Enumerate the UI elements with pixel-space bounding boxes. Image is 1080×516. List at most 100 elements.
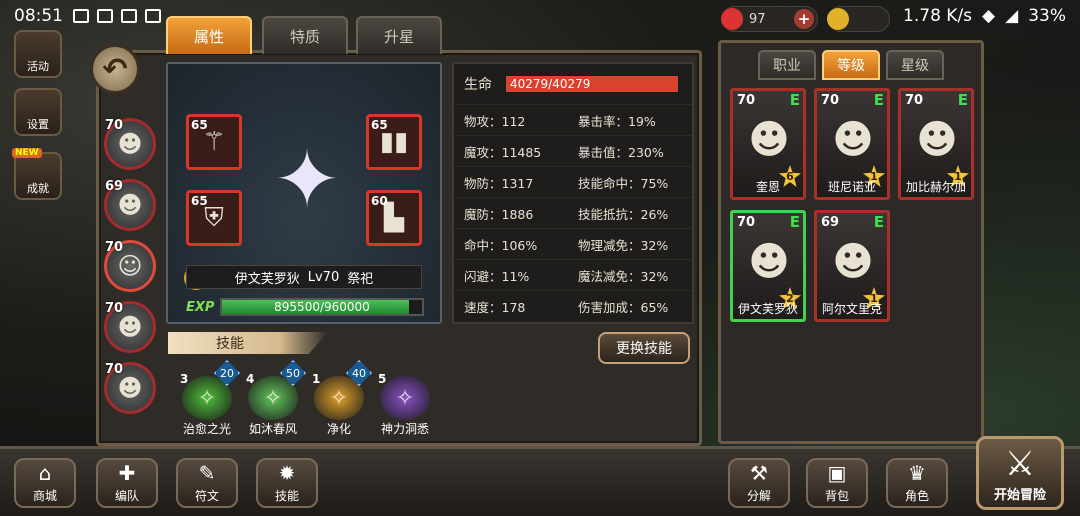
menu-icon: ✎ (198, 461, 216, 485)
shop-button[interactable]: ⌂ 商城 (14, 458, 76, 508)
wifi-icon: ◆ (982, 6, 996, 26)
card-hero-name: 加比赫尔加 (905, 180, 966, 194)
backpack-button[interactable]: ▣ 背包 (806, 458, 868, 508)
skill-icon[interactable]: 1 ✧ 40 (312, 360, 372, 420)
roster-card[interactable]: 69 E ☻ 1 阿尔文里克 (814, 210, 890, 322)
stat-value: 物攻：112 (464, 113, 526, 129)
exp-bar: EXP 895500/960000 (186, 296, 424, 318)
hero-portrait-icon: ☻ (748, 239, 790, 285)
hero-portrait-icon: ☺ (117, 252, 143, 280)
card-grade: E (873, 213, 884, 231)
hero-character-art: ✦ (273, 132, 341, 226)
menu-icon: ⚒ (750, 461, 768, 485)
skill-count: 4 (246, 372, 255, 386)
roster-card[interactable]: 70 E ☻ 1 班尼诺亚 (814, 88, 890, 200)
skill-name: 如沐春风 (248, 422, 297, 436)
battery-level: 33% (1028, 6, 1066, 26)
menu-icon: ▣ (827, 461, 847, 485)
character-button[interactable]: ♛ 角色 (886, 458, 948, 508)
skill-name: 治愈之光 (182, 422, 231, 436)
skill-icon[interactable]: 5 ✧ (378, 372, 430, 420)
stat-value: 技能命中：75% (578, 175, 669, 191)
events-button[interactable]: 活动 (14, 30, 62, 78)
notification-icon (145, 9, 161, 23)
hero-portrait-icon: ☻ (117, 130, 143, 158)
back-arrow-icon: ↶ (102, 51, 128, 87)
achievements-button[interactable]: NEW 成就 (12, 148, 62, 200)
card-grade: E (789, 213, 800, 231)
stat-row: 速度：178 伤害加成：65% (454, 290, 692, 321)
image-icon (121, 9, 137, 23)
skills-header: 技能 (168, 332, 328, 354)
card-hero-name: 班尼诺亚 (827, 180, 876, 194)
stat-value: 暴击率：19% (578, 113, 656, 129)
card-level: 70 (737, 215, 756, 230)
stat-value: 伤害加成：65% (578, 299, 669, 315)
new-badge: NEW (12, 148, 42, 158)
skill-count: 3 (180, 372, 189, 386)
stat-value: 魔防：1886 (464, 206, 534, 222)
roster-card[interactable]: 70 E ☻ 6 奎恩 (730, 88, 806, 200)
signal-icon: ◢ (1005, 6, 1019, 26)
roster-card[interactable]: 70 E ☻ 1 加比赫尔加 (898, 88, 974, 200)
hero-name-bar: 伊文芙罗狄 Lv70 祭祀 (186, 265, 422, 289)
skill-name: 净化 (326, 422, 351, 436)
crossed-swords-icon: ⚔ (1004, 444, 1036, 484)
hero-list-item[interactable]: 70 ☻ (104, 301, 156, 353)
stat-row: 魔防：1886 技能抵抗：26% (454, 197, 692, 228)
clock: 08:51 (14, 6, 63, 26)
card-hero-name: 阿尔文里克 (821, 302, 882, 316)
skill-icon[interactable]: 4 ✧ 50 (246, 360, 306, 420)
tab-stars[interactable]: 星级 (886, 50, 944, 80)
card-grade: E (957, 91, 968, 109)
tab-level[interactable]: 等级 (822, 50, 880, 80)
skill-count: 1 (312, 372, 321, 386)
hero-list-item[interactable]: 69 ☻ (104, 179, 156, 231)
stat-value: 物理减免：32% (578, 237, 669, 253)
dismantle-button[interactable]: ⚒ 分解 (728, 458, 790, 508)
stat-value: 魔攻：11485 (464, 144, 542, 160)
card-grade: E (873, 91, 884, 109)
hp-bar: 40279/40279 (504, 74, 680, 94)
hero-list-item-selected[interactable]: 70 ☺ (104, 240, 156, 292)
hero-portrait-icon: ☻ (117, 313, 143, 341)
roster-card-selected[interactable]: 70 E ☻ 2 伊文芙罗狄 (730, 210, 806, 322)
formation-button[interactable]: ✚ 编队 (96, 458, 158, 508)
hero-portrait-icon: ☻ (832, 239, 874, 285)
skill-icon[interactable]: 3 ✧ 20 (180, 360, 240, 420)
hp-label: 生命 (464, 77, 492, 93)
hero-list-item[interactable]: 70 ☻ (104, 118, 156, 170)
tab-class[interactable]: 职业 (758, 50, 816, 80)
hp-row: 生命 40279/40279 (454, 64, 692, 104)
change-skill-button[interactable]: 更换技能 (598, 332, 690, 364)
hero-portrait-icon: ☻ (832, 117, 874, 163)
stat-value: 魔法减免：32% (578, 268, 669, 284)
card-hero-name: 奎恩 (755, 180, 780, 194)
equip-slot-legs[interactable]: 65 ▮▮ (366, 114, 422, 170)
stat-row: 物攻：112 暴击率：19% (454, 104, 692, 135)
stat-value: 命中：106% (464, 237, 538, 253)
skill-name: 神力洞悉 (380, 422, 429, 436)
equip-slot-weapon[interactable]: 65 ⚚ (186, 114, 242, 170)
stat-value: 物防：1317 (464, 175, 534, 191)
notification-icon (97, 9, 113, 23)
stat-value: 速度：178 (464, 299, 526, 315)
menu-icon: ✹ (278, 461, 296, 485)
stat-row: 物防：1317 技能命中：75% (454, 166, 692, 197)
equip-slot-boots[interactable]: 60 ▙ (366, 190, 422, 246)
hero-portrait-icon: ☻ (117, 374, 143, 402)
equip-slot-armor[interactable]: 65 ⛨ (186, 190, 242, 246)
runes-button[interactable]: ✎ 符文 (176, 458, 238, 508)
start-adventure-button[interactable]: ⚔ 开始冒险 (976, 436, 1064, 510)
stat-value: 暴击值：230% (578, 144, 664, 160)
hero-list-item[interactable]: 70 ☻ (104, 362, 156, 414)
settings-button[interactable]: 设置 (14, 88, 62, 136)
menu-icon: ✚ (118, 461, 136, 485)
hero-name: 伊文芙罗狄 (234, 271, 300, 287)
menu-icon: ⌂ (38, 461, 52, 485)
hero-list: 70 ☻ 69 ☻ 70 ☺ 70 ☻ 70 ☻ (104, 118, 160, 423)
back-button[interactable]: ↶ (90, 44, 140, 94)
skills-button[interactable]: ✹ 技能 (256, 458, 318, 508)
skill-count: 5 (378, 372, 387, 386)
stat-value: 技能抵抗：26% (578, 206, 669, 222)
